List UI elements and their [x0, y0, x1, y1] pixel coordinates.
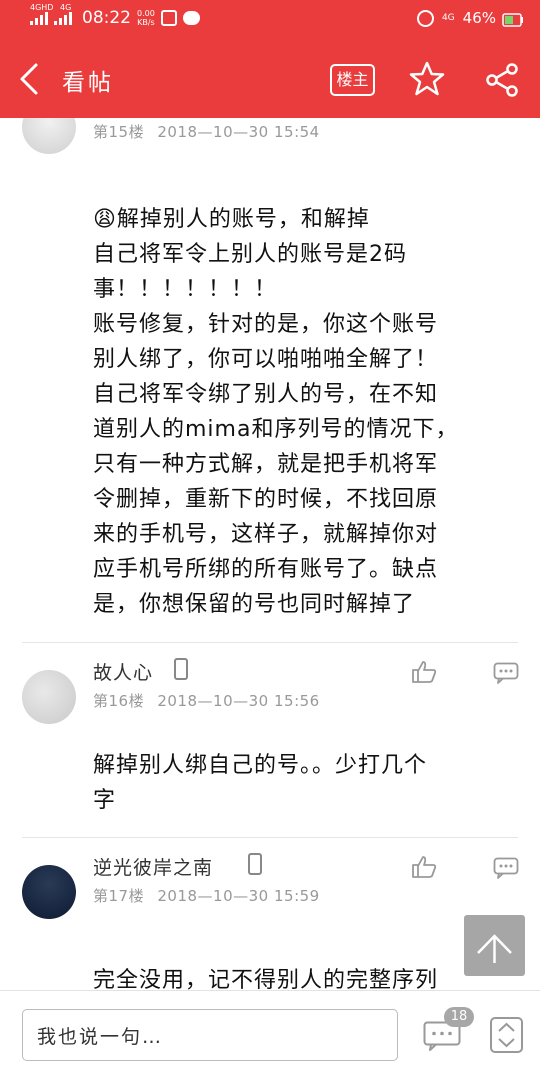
wechat-icon — [182, 11, 200, 25]
body-line: 令删掉，重新下的时候，不找回原 — [93, 487, 439, 512]
clock: 08:22 — [82, 8, 131, 28]
body-line: 账号修复，针对的是，你这个账号 — [93, 312, 439, 337]
body-line: 来的手机号，这样子，就解掉你对 — [93, 522, 439, 547]
avatar[interactable] — [22, 865, 76, 919]
comment-count-badge: 18 — [444, 1007, 474, 1027]
mobile-device-icon — [248, 853, 262, 875]
status-right: 4G 46% — [416, 9, 496, 27]
floor-number: 第16楼 — [93, 692, 145, 710]
alarm-icon — [416, 9, 434, 27]
post-meta: 第16楼 2018—10—30 15:56 — [93, 690, 320, 711]
top-nav-bar: 看帖 楼主 — [0, 40, 540, 118]
reply-input[interactable]: 我也说一句… — [22, 1009, 398, 1061]
floor-number: 第15楼 — [93, 123, 145, 141]
body-line: 应手机号所绑的所有账号了。缺点 — [93, 557, 439, 582]
avatar[interactable] — [22, 670, 76, 724]
up-down-chevron-icon — [498, 1022, 515, 1048]
net-speed: 0.00 KB/s — [137, 9, 155, 27]
app-notification-icon — [160, 10, 177, 26]
author-name[interactable]: 逆光彼岸之南 — [93, 853, 213, 880]
post-date: 2018—10—30 15:54 — [157, 123, 320, 141]
status-bar: 4GHD 4G 08:22 0.00 KB/s 4G 46% — [0, 0, 540, 40]
network-label-3: 4G — [441, 13, 455, 23]
post-body: 😩解掉别人的账号，和解掉 自己将军令上别人的账号是2码 事！！！！！！！ 账号修… — [93, 202, 518, 622]
share-icon[interactable] — [484, 62, 520, 98]
post-body: 完全没用，记不得别人的完整序列 号 — [93, 963, 518, 990]
post-floor-16: 故人心 第16楼 2018—10—30 15:56 解掉别人绑自己的号。。少打几… — [0, 643, 540, 838]
floor-number: 第17楼 — [93, 887, 145, 905]
body-line: 😩解掉别人的账号，和解掉 — [93, 207, 370, 232]
body-line: 完全没用，记不得别人的完整序列 — [93, 968, 439, 990]
body-line: 事！！！！！！！ — [93, 277, 278, 302]
post-date: 2018—10—30 15:59 — [157, 887, 320, 905]
post-floor-15: 第15楼 2018—10—30 15:54 😩解掉别人的账号，和解掉 自己将军令… — [0, 118, 540, 643]
battery-icon — [502, 13, 523, 27]
net-speed-value: 0.00 — [137, 9, 155, 18]
body-line: 自己将军令上别人的账号是2码 — [93, 242, 407, 267]
body-line: 解掉别人绑自己的号。。少打几个 — [93, 753, 428, 778]
only-owner-button[interactable]: 楼主 — [330, 64, 375, 96]
post-meta: 第17楼 2018—10—30 15:59 — [93, 885, 320, 906]
reply-comment-icon[interactable] — [493, 662, 519, 684]
body-line: 只有一种方式解，就是把手机将军 — [93, 452, 439, 477]
signal-icon — [30, 11, 48, 25]
battery-level: 46% — [462, 9, 496, 27]
author-name[interactable]: 故人心 — [93, 658, 153, 685]
thread-content[interactable]: 第15楼 2018—10—30 15:54 😩解掉别人的账号，和解掉 自己将军令… — [0, 118, 540, 990]
net-speed-unit: KB/s — [137, 18, 155, 27]
post-date: 2018—10—30 15:56 — [157, 692, 320, 710]
post-floor-17: 逆光彼岸之南 第17楼 2018—10—30 15:59 完全没用，记不得别人的… — [0, 838, 540, 990]
network-label-2: 4G — [60, 3, 72, 12]
body-line: 道别人的mima和序列号的情况下， — [93, 417, 459, 442]
status-left: 4GHD 4G 08:22 0.00 KB/s — [30, 4, 200, 28]
scroll-to-top-button[interactable] — [464, 915, 525, 976]
like-thumb-icon[interactable] — [411, 660, 437, 684]
body-line: 字 — [93, 788, 117, 813]
avatar[interactable] — [22, 118, 76, 154]
arrow-up-icon — [477, 934, 512, 963]
reply-comment-icon[interactable] — [493, 857, 519, 879]
body-line: 别人绑了，你可以啪啪啪全解了！ — [93, 347, 439, 372]
network-label-1: 4GHD — [30, 3, 54, 12]
body-line: 是，你想保留的号也同时解掉了 — [93, 592, 416, 617]
body-line: 自己将军令绑了别人的号，在不知 — [93, 382, 439, 407]
post-body: 解掉别人绑自己的号。。少打几个 字 — [93, 748, 518, 818]
back-arrow-icon[interactable] — [14, 62, 46, 96]
page: 4GHD 4G 08:22 0.00 KB/s 4G 46% 看帖 楼主 第15… — [0, 0, 540, 1077]
page-jump-button[interactable] — [490, 1017, 523, 1053]
page-title: 看帖 — [62, 70, 114, 96]
post-meta: 第15楼 2018—10—30 15:54 — [93, 121, 320, 142]
mobile-device-icon — [174, 658, 188, 680]
signal-icon-2 — [54, 11, 72, 25]
reply-bar: 我也说一句… 18 — [0, 990, 540, 1077]
like-thumb-icon[interactable] — [411, 855, 437, 879]
favorite-star-icon[interactable] — [408, 60, 446, 98]
